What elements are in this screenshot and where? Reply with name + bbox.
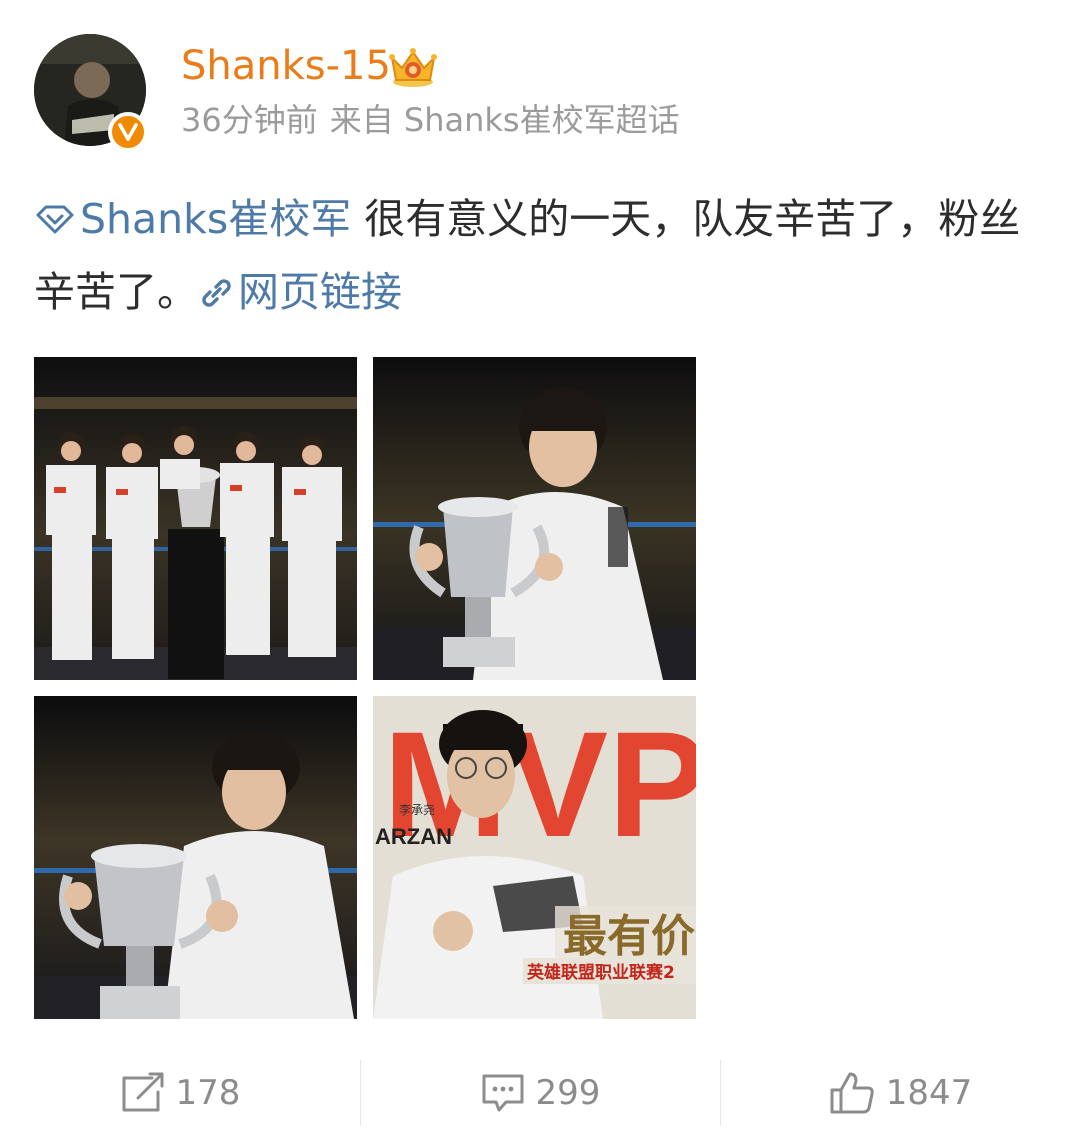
- comment-count: 299: [535, 1073, 601, 1113]
- post-meta: 36分钟前 来自 Shanks崔校军超话: [181, 98, 692, 142]
- mvp-caption: 英雄联盟职业联赛2: [527, 962, 675, 983]
- link-icon: [198, 260, 234, 330]
- weibo-post: Shanks-15 36分钟前 来自 Shanks崔校军超话 Shanks崔校军 …: [0, 0, 1080, 1139]
- repost-icon: [120, 1072, 166, 1114]
- verified-v-icon: [108, 112, 148, 152]
- web-link-label: 网页链接: [238, 268, 402, 316]
- supertopic-label: Shanks崔校军: [80, 195, 352, 243]
- like-count: 1847: [885, 1073, 973, 1113]
- photo-grid: MVP ARZAN 李承尧 最有价值 英雄联盟职业联赛2: [34, 357, 696, 1019]
- crown-badge-icon[interactable]: [386, 44, 440, 92]
- photo-mvp-poster[interactable]: MVP ARZAN 李承尧 最有价值 英雄联盟职业联赛2: [373, 696, 696, 1019]
- like-icon: [828, 1070, 876, 1116]
- supertopic-link[interactable]: Shanks崔校军: [34, 195, 351, 243]
- author-name[interactable]: Shanks-15: [181, 38, 391, 94]
- post-text: Shanks崔校军 很有意义的一天，队友辛苦了，粉丝辛苦了。 网页链接: [34, 184, 1034, 330]
- post-source[interactable]: 来自 Shanks崔校军超话: [330, 101, 680, 139]
- photo-player-with-trophy[interactable]: [373, 357, 696, 680]
- mvp-player-name: ARZAN: [375, 824, 452, 849]
- mvp-subtitle: 最有价值: [563, 911, 696, 962]
- like-button[interactable]: 1847: [720, 1048, 1080, 1138]
- post-time: 36分钟前: [181, 101, 318, 139]
- photo-player-holding-trophy[interactable]: [34, 696, 357, 1019]
- diamond-supertopic-icon: [34, 187, 76, 257]
- mvp-player-cn: 李承尧: [399, 802, 435, 817]
- repost-count: 178: [175, 1073, 241, 1113]
- repost-button[interactable]: 178: [0, 1048, 360, 1138]
- comment-icon: [480, 1072, 526, 1114]
- web-link[interactable]: 网页链接: [198, 268, 402, 316]
- comment-button[interactable]: 299: [360, 1048, 720, 1138]
- action-bar: 178 299 1847: [0, 1048, 1080, 1138]
- photo-team-with-trophy[interactable]: [34, 357, 357, 680]
